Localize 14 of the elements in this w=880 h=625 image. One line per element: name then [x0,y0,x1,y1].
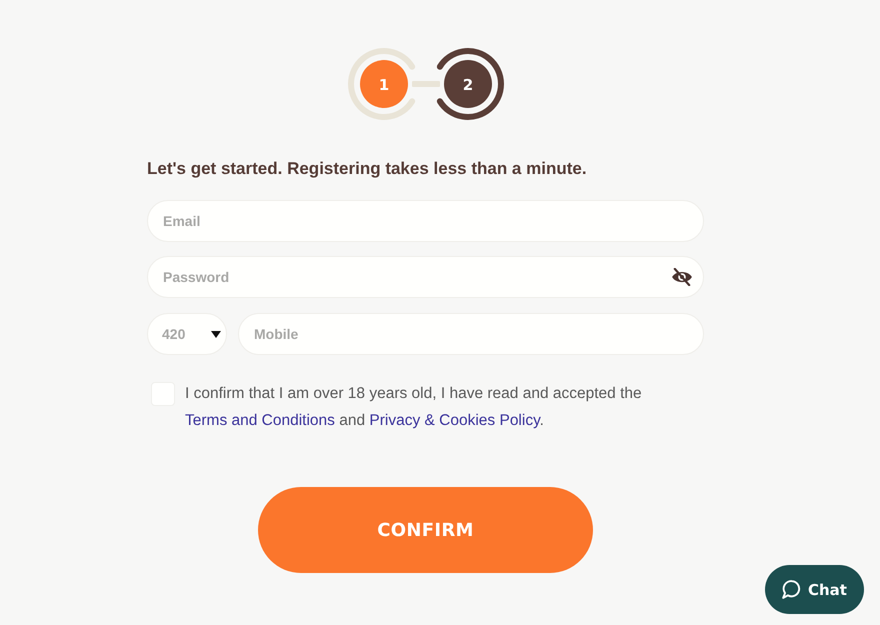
eye-slash-icon[interactable] [671,268,693,286]
legal-link[interactable]: Terms and Conditions [185,412,335,429]
step-connector [412,81,440,87]
speech-bubble-icon [782,580,801,599]
email-field[interactable]: Email [147,200,704,242]
step-indicator: 2 [436,48,504,120]
step-indicator: 1 [348,48,415,120]
mobile-field[interactable]: Mobile [238,313,704,355]
password-field[interactable]: Password [147,256,704,298]
chat-button[interactable]: Chat [765,565,864,614]
caret-icon [211,330,221,338]
legal-link[interactable]: Privacy & Cookies Policy [369,412,540,429]
form-heading: Let's get started. Registering takes less than a minute. [147,158,588,180]
consent-text: I confirm that I am over 18 years old, I have read and accepted the Terms and Conditions and Privacy & Cookies Policy. [185,384,643,431]
